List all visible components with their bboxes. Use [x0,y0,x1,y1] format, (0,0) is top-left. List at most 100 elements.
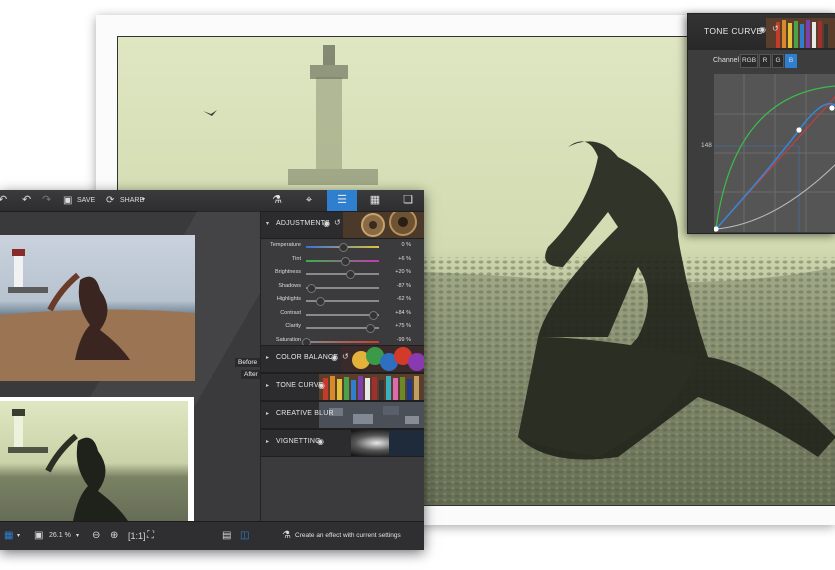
slider-knob[interactable] [315,297,325,306]
tone-curve-header-section[interactable]: ▸ TONE CURVE ◉ [261,373,424,401]
slider-label: Highlights [276,296,301,302]
eye-icon[interactable]: ◉ [759,25,766,34]
slider-track[interactable] [306,340,379,343]
slider-value: +84 % [395,309,411,316]
slider-label: Saturation [275,336,301,343]
zoom-value[interactable]: 26.1 % [49,532,71,539]
slider-track[interactable] [306,286,379,289]
slider-label: Brightness [275,269,301,275]
before-image [0,235,195,381]
expand-arrow-icon: ▸ [266,355,270,361]
channel-rgb[interactable]: RGB [740,54,758,68]
single-view-icon[interactable]: ▤ [222,529,231,543]
preview-canvas: Before After [0,211,260,521]
adjustments-title: ADJUSTMENTS [276,220,330,227]
undo-history-icon[interactable]: ↶ [0,194,7,207]
slider-value: -99 % [396,336,411,343]
tone-curve-title: TONE CURVE [704,26,763,36]
vignetting-header[interactable]: ▸ VIGNETTING ◉ [261,429,424,457]
expand-arrow-icon: ▸ [266,439,270,445]
creative-blur-title: CREATIVE BLUR [276,410,334,417]
channel-g[interactable]: G [772,54,784,68]
slider-value: +75 % [395,323,411,329]
slider-track[interactable] [306,273,379,275]
tone-curve-panel: TONE CURVE ◉ ↺ Channel RGB R G B 148 111 [687,13,835,234]
creative-blur-header[interactable]: ▸ CREATIVE BLUR [261,401,424,429]
reset-icon[interactable]: ↺ [772,24,779,33]
zoom-out-icon[interactable]: ⊖ [92,529,100,543]
flask-icon: ⚗ [272,194,282,206]
share-button[interactable]: SHARE [120,194,144,207]
share-icon[interactable]: ⟳ [106,194,114,207]
tab-export[interactable]: ▦ [360,190,390,211]
eye-icon[interactable]: ◉ [323,219,330,228]
layout-icon[interactable]: ▦ [4,529,13,543]
eye-icon[interactable]: ◉ [331,353,338,362]
output-value: 148 [701,142,712,149]
channel-r[interactable]: R [759,54,771,68]
slider-label: Temperature [270,242,301,248]
slider-knob[interactable] [345,270,355,279]
slider-label: Clarity [285,323,301,329]
slider-value: -62 % [396,296,411,302]
color-balance-header[interactable]: ▸ COLOR BALANCE ◉ ↺ [261,345,424,373]
zoom-dropdown-icon[interactable]: ▾ [76,529,79,543]
tone-curve-section-title: TONE CURVE [276,382,324,389]
editor-window: ↶ ↶ ↷ ▣ SAVE ⟳ SHARE ▾ ⚗ ⌖ ☰ ▦ ❏ Before … [0,190,424,550]
slider-value: -87 % [396,282,411,289]
tab-layers[interactable]: ❏ [393,190,423,211]
export-icon: ▦ [369,194,381,206]
vignetting-title: VIGNETTING [276,438,321,445]
reset-icon[interactable]: ↺ [334,218,341,227]
expand-arrow-icon: ▾ [266,221,270,227]
channel-label: Channel [713,57,740,64]
share-dropdown-icon[interactable]: ▾ [142,194,145,207]
slider-track[interactable] [306,313,379,316]
slider-knob[interactable] [340,256,350,266]
adjustments-panel: ▾ ADJUSTMENTS ◉ ↺ Temperature 0 % Tint +6 %… [260,211,424,521]
fit-icon[interactable]: ▣ [34,529,43,543]
crop-icon: ⌖ [305,194,313,206]
status-bar: ▦ ▾ ▣ 26.1 % ▾ ⊖ ⊕ [1:1] ⛶ ▤ ◫ ⚗ Create … [0,521,424,550]
reset-icon[interactable]: ↺ [342,352,349,361]
expand-arrow-icon: ▸ [266,411,270,417]
before-label[interactable]: Before [235,358,260,367]
flask-icon[interactable]: ⚗ [282,529,291,543]
slider-value: 0 % [401,242,411,248]
save-button[interactable]: SAVE [77,194,95,207]
slider-knob[interactable] [307,283,317,293]
undo-icon[interactable]: ↶ [22,194,31,207]
tab-effects[interactable]: ⚗ [262,190,292,211]
slider-label: Tint [292,255,301,262]
color-balance-title: COLOR BALANCE [276,354,339,361]
sliders-icon: ☰ [337,194,347,206]
expand-arrow-icon: ▸ [266,383,270,389]
eye-icon[interactable]: ◉ [317,437,324,446]
redo-icon[interactable]: ↷ [42,194,51,207]
toolbar: ↶ ↶ ↷ ▣ SAVE ⟳ SHARE ▾ ⚗ ⌖ ☰ ▦ ❏ [0,190,424,212]
fit-screen-icon[interactable]: ⛶ [147,529,154,543]
save-icon[interactable]: ▣ [63,194,72,207]
channel-b[interactable]: B [785,54,797,68]
zoom-in-icon[interactable]: ⊕ [110,529,118,543]
curve-graph[interactable] [714,74,835,232]
slider-knob[interactable] [338,243,348,252]
tab-crop[interactable]: ⌖ [294,190,324,211]
split-view-icon[interactable]: ◫ [240,529,249,543]
slider-knob[interactable] [369,310,379,320]
layout-dropdown-icon[interactable]: ▾ [17,529,20,543]
tab-adjustments[interactable]: ☰ [327,190,357,211]
eye-icon[interactable]: ◉ [318,381,325,390]
after-image [0,401,188,521]
slider-knob[interactable] [366,324,376,333]
slider-value: +6 % [398,255,411,262]
adjustment-sliders: Temperature 0 % Tint +6 % Brightness +20 % Sha… [261,239,424,349]
slider-label: Shadows [278,282,301,289]
adjustments-header[interactable]: ▾ ADJUSTMENTS ◉ ↺ [261,211,424,239]
layers-icon: ❏ [403,194,413,206]
actual-size-icon[interactable]: [1:1] [128,529,146,543]
slider-label: Contrast [280,309,301,316]
after-label[interactable]: After [241,370,260,379]
create-effect-button[interactable]: Create an effect with current settings [295,532,401,539]
slider-value: +20 % [395,269,411,275]
